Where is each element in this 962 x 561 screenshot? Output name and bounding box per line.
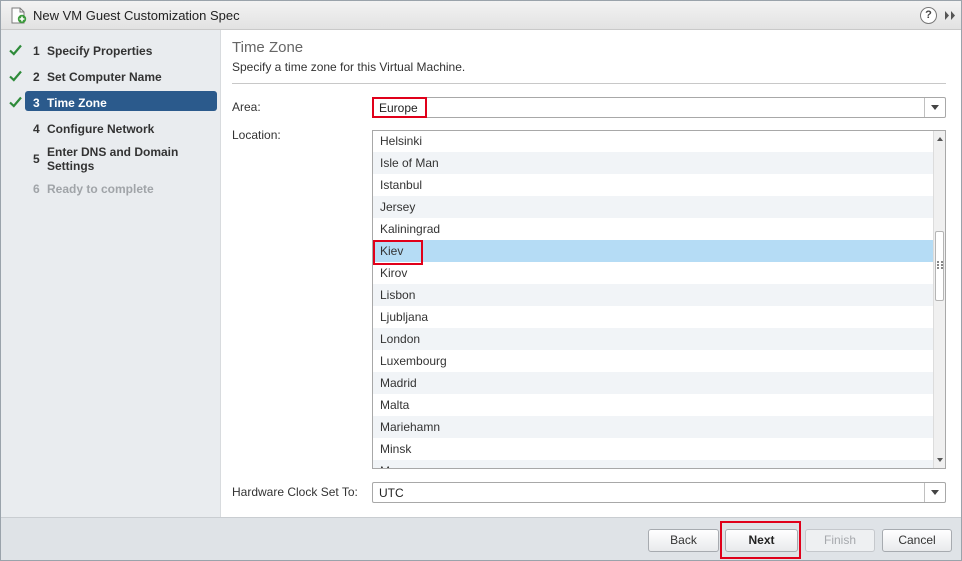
- dropdown-arrow[interactable]: [924, 98, 945, 117]
- location-label: Location:: [232, 128, 281, 142]
- hardware-clock-select[interactable]: UTC: [372, 482, 946, 503]
- scroll-thumb[interactable]: [935, 231, 944, 301]
- grip-icon: [937, 261, 943, 269]
- location-option[interactable]: Mariehamn: [373, 416, 934, 438]
- cancel-button[interactable]: Cancel: [882, 529, 952, 552]
- step-label: Set Computer Name: [47, 70, 162, 84]
- step-label-line-2: Settings: [47, 159, 95, 173]
- customization-spec-icon: [11, 7, 27, 24]
- step-label: Enter DNS and Domain Settings: [47, 145, 178, 173]
- step-number: 5: [33, 152, 40, 166]
- chevron-down-icon: [931, 490, 939, 495]
- step-number: 4: [33, 122, 40, 136]
- wizard-steps-sidebar: 1 Specify Properties 2 Set Computer Name…: [1, 30, 221, 517]
- annotation-highlight-location: [373, 240, 423, 265]
- step-label: Configure Network: [47, 122, 155, 136]
- step-number: 3: [33, 96, 40, 110]
- help-button[interactable]: ?: [920, 7, 937, 24]
- location-option[interactable]: Ljubljana: [373, 306, 934, 328]
- location-option[interactable]: London: [373, 328, 934, 350]
- location-option[interactable]: Malta: [373, 394, 934, 416]
- step-number: 1: [33, 44, 40, 58]
- annotation-highlight-area: [372, 97, 427, 118]
- location-option[interactable]: Lisbon: [373, 284, 934, 306]
- location-option[interactable]: Monaco: [373, 460, 934, 468]
- area-label: Area:: [232, 100, 261, 114]
- page-title: Time Zone: [232, 39, 304, 56]
- location-option[interactable]: Jersey: [373, 196, 934, 218]
- location-option[interactable]: Kirov: [373, 262, 934, 284]
- title-bar: New VM Guest Customization Spec ?: [1, 1, 961, 30]
- scroll-up-arrow-icon[interactable]: [935, 133, 945, 145]
- divider: [232, 83, 946, 84]
- location-scrollbar[interactable]: [933, 131, 945, 468]
- hardware-clock-label: Hardware Clock Set To:: [232, 485, 358, 499]
- location-option[interactable]: Kaliningrad: [373, 218, 934, 240]
- dialog-footer: Back Next Finish Cancel: [1, 517, 961, 560]
- hardware-clock-select-value: UTC: [379, 486, 404, 500]
- step-label: Ready to complete: [47, 182, 154, 196]
- chevron-down-icon: [931, 105, 939, 110]
- time-zone-page: Time Zone Specify a time zone for this V…: [222, 30, 961, 517]
- location-option[interactable]: Madrid: [373, 372, 934, 394]
- location-option[interactable]: Helsinki: [373, 131, 934, 152]
- customization-spec-dialog: New VM Guest Customization Spec ? 1 Spec…: [0, 0, 962, 561]
- step-number: 2: [33, 70, 40, 84]
- scroll-down-arrow-icon[interactable]: [935, 454, 945, 466]
- checkmark-icon: [9, 44, 22, 56]
- checkmark-icon: [9, 70, 22, 82]
- step-label: Time Zone: [47, 96, 107, 110]
- location-option[interactable]: Minsk: [373, 438, 934, 460]
- annotation-highlight-next: [720, 521, 801, 559]
- dropdown-arrow[interactable]: [924, 483, 945, 502]
- location-option[interactable]: Kiev: [373, 240, 934, 262]
- location-list[interactable]: Helsinki Isle of Man Istanbul Jersey Kalinin…: [372, 130, 946, 469]
- double-chevron-right-icon[interactable]: [942, 7, 958, 24]
- step-label-line-1: Enter DNS and Domain: [47, 145, 179, 159]
- finish-button: Finish: [805, 529, 875, 552]
- page-description: Specify a time zone for this Virtual Mac…: [232, 60, 466, 74]
- dialog-title: New VM Guest Customization Spec: [33, 8, 240, 23]
- checkmark-icon: [9, 96, 22, 108]
- location-option[interactable]: Istanbul: [373, 174, 934, 196]
- location-option[interactable]: Luxembourg: [373, 350, 934, 372]
- back-button[interactable]: Back: [648, 529, 719, 552]
- location-option[interactable]: Isle of Man: [373, 152, 934, 174]
- area-select[interactable]: Europe: [372, 97, 946, 118]
- step-number: 6: [33, 182, 40, 196]
- step-label: Specify Properties: [47, 44, 153, 58]
